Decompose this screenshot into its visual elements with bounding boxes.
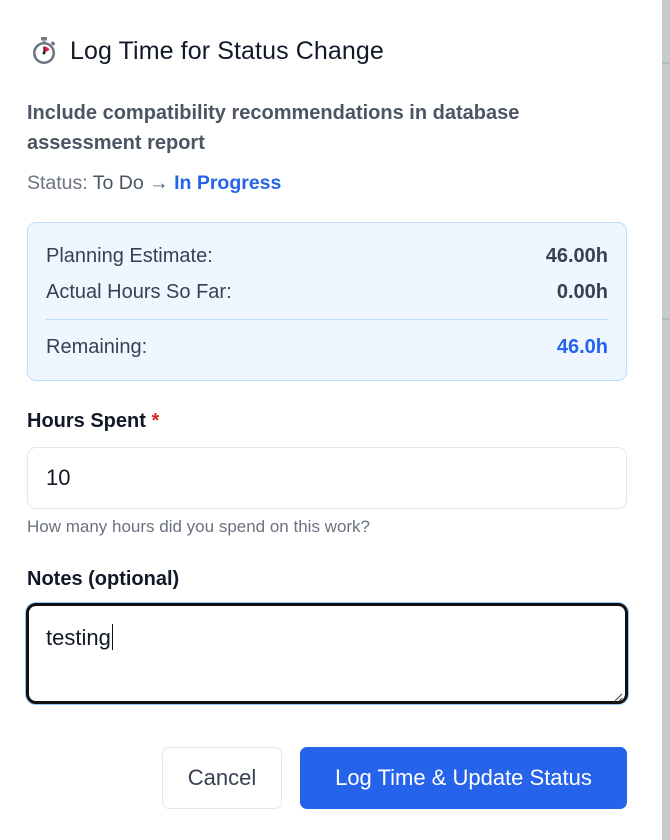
estimate-summary-box: Planning Estimate: 46.00h Actual Hours S… (27, 222, 627, 381)
stopwatch-icon (30, 36, 58, 66)
estimate-divider (46, 319, 608, 320)
actual-hours-label: Actual Hours So Far: (46, 281, 232, 303)
hours-spent-label: Hours Spent * (27, 410, 159, 433)
hours-spent-label-text: Hours Spent (27, 410, 146, 432)
dialog-header: Log Time for Status Change (30, 36, 384, 66)
hours-spent-hint: How many hours did you spend on this wor… (27, 517, 371, 536)
status-prefix: Status: (27, 172, 88, 194)
required-asterisk: * (151, 410, 160, 432)
planning-estimate-label: Planning Estimate: (46, 245, 213, 267)
status-to: In Progress (174, 172, 282, 194)
notes-label: Notes (optional) (27, 568, 180, 590)
cancel-button[interactable]: Cancel (162, 747, 282, 809)
remaining-label: Remaining: (46, 336, 148, 358)
status-change-line: Status: To Do → In Progress (27, 172, 281, 195)
background-edge (662, 0, 670, 840)
hours-spent-input[interactable] (27, 447, 627, 509)
notes-value-text: testing (46, 625, 111, 650)
planning-estimate-row: Planning Estimate: 46.00h (46, 245, 608, 268)
log-time-update-status-button[interactable]: Log Time & Update Status (300, 747, 627, 809)
actual-hours-value: 0.00h (556, 281, 608, 303)
notes-textarea-value: testing (46, 624, 114, 651)
log-time-dialog: Log Time for Status Change Include compa… (0, 0, 662, 840)
remaining-row: Remaining: 46.0h (46, 336, 608, 359)
text-caret (111, 624, 114, 650)
status-arrow: → (149, 172, 169, 194)
remaining-value: 46.0h (556, 336, 608, 358)
task-title: Include compatibility recommendations in… (27, 102, 520, 154)
actual-hours-row: Actual Hours So Far: 0.00h (46, 281, 608, 304)
planning-estimate-value: 46.00h (545, 245, 608, 267)
resize-grip-icon[interactable] (613, 689, 623, 702)
notes-textarea[interactable]: testing (26, 603, 628, 704)
background-divider (662, 62, 670, 64)
dialog-title: Log Time for Status Change (70, 36, 384, 65)
status-from: To Do (92, 172, 144, 194)
background-divider (662, 318, 670, 320)
